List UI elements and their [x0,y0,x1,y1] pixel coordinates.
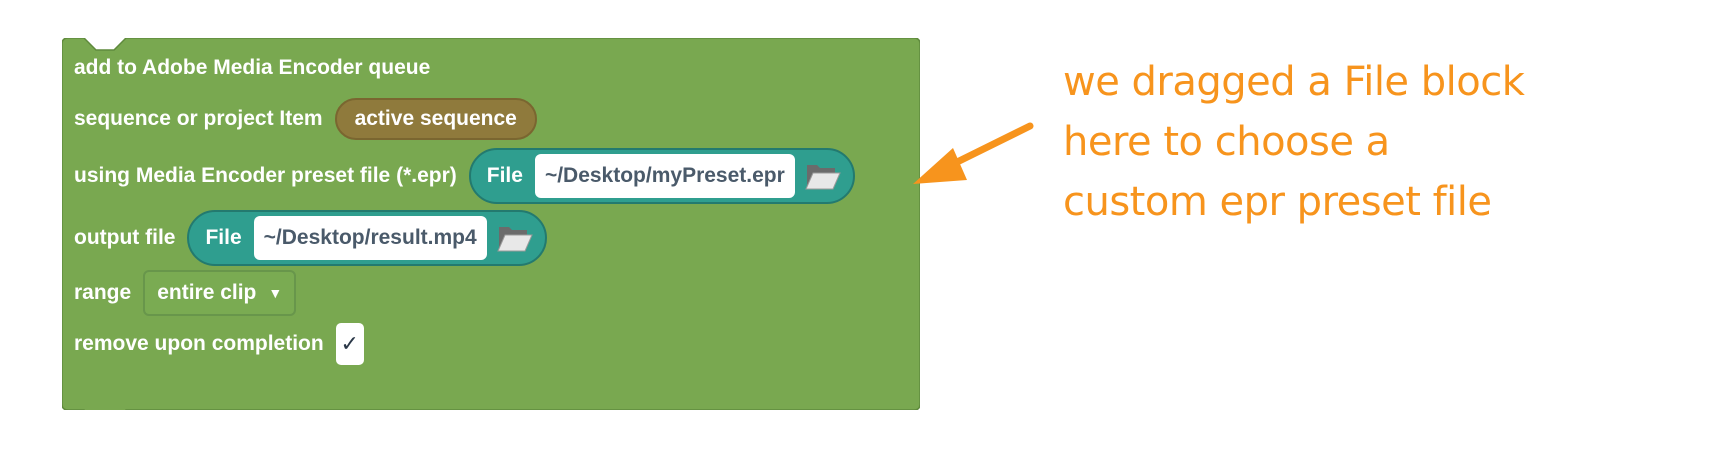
folder-icon[interactable] [496,223,533,253]
sequence-row: sequence or project Item active sequence [74,98,537,140]
range-row: range entire clip ▼ [74,270,297,316]
block-title: add to Adobe Media Encoder queue [74,56,431,79]
range-value: entire clip [157,281,257,304]
preset-label: using Media Encoder preset file (*.epr) [74,164,457,187]
output-row: output file File ~/Desktop/result.mp4 [74,210,547,266]
sequence-label: sequence or project Item [74,107,323,130]
annotation-line-3: custom epr preset file [1063,179,1492,225]
preset-path-field[interactable]: ~/Desktop/myPreset.epr [534,154,795,198]
block-title-row: add to Adobe Media Encoder queue [74,56,430,80]
output-file-block[interactable]: File ~/Desktop/result.mp4 [187,210,547,266]
preset-file-block[interactable]: File ~/Desktop/myPreset.epr [468,148,855,204]
preset-file-tag: File [486,164,523,187]
remove-checkbox[interactable]: ✓ [335,323,364,365]
annotation-line-1: we dragged a File block [1063,59,1525,105]
remove-row: remove upon completion ✓ [74,323,364,365]
preset-row: using Media Encoder preset file (*.epr) … [74,148,855,204]
output-path-field[interactable]: ~/Desktop/result.mp4 [253,216,487,260]
folder-icon[interactable] [805,161,841,191]
output-label: output file [74,226,176,249]
remove-label: remove upon completion [74,332,324,355]
annotation-line-2: here to choose a [1063,119,1390,165]
active-sequence-variable[interactable]: active sequence [334,98,537,140]
range-label: range [74,281,132,304]
output-file-tag: File [205,226,242,249]
arrow-icon [913,122,1034,184]
range-dropdown[interactable]: entire clip ▼ [143,270,297,316]
annotation-note: we dragged a File block here to choose a… [1063,52,1525,232]
ame-queue-block[interactable]: add to Adobe Media Encoder queue sequenc… [62,38,920,410]
caret-down-icon: ▼ [268,285,283,301]
